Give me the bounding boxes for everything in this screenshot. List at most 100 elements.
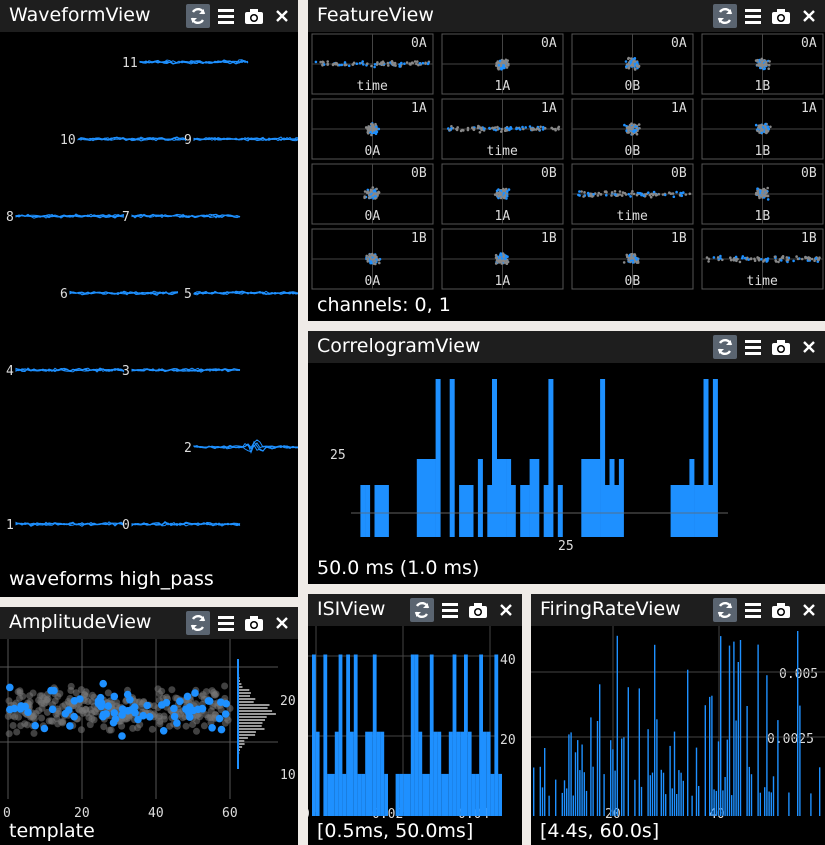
refresh-icon[interactable] xyxy=(186,611,210,635)
camera-icon[interactable] xyxy=(769,4,793,28)
firing-rate-bar xyxy=(592,766,594,816)
channel-label: 7 xyxy=(122,210,130,225)
menu-icon[interactable] xyxy=(741,598,765,622)
status-text: waveforms high_pass xyxy=(9,568,214,590)
feature-subplot[interactable]: 1B 1A xyxy=(441,228,564,290)
feature-subplot[interactable]: 1B 0B xyxy=(571,228,694,290)
feature-point xyxy=(326,60,329,63)
feature-point xyxy=(610,194,613,197)
firing-rate-bar xyxy=(621,738,623,816)
refresh-icon[interactable] xyxy=(713,335,737,359)
feature-subplot[interactable]: 0B time xyxy=(571,163,694,225)
menu-icon[interactable] xyxy=(741,4,765,28)
feature-point xyxy=(578,190,581,193)
camera-icon[interactable] xyxy=(769,335,793,359)
feature-point xyxy=(707,257,711,261)
waveform-plot[interactable]: 11 10 9 8 7 6 5 4 3 2 1 0 xyxy=(0,32,298,597)
feature-point xyxy=(372,131,376,134)
feature-point xyxy=(688,192,692,196)
refresh-icon[interactable] xyxy=(410,598,434,622)
feature-point xyxy=(605,190,608,194)
feature-subplot[interactable]: 1A time xyxy=(441,98,564,160)
feature-point xyxy=(362,63,365,66)
feature-point xyxy=(372,189,376,193)
correlogram-bar xyxy=(609,459,615,537)
feature-subplot[interactable]: 1A 0A xyxy=(311,98,434,160)
feature-point xyxy=(518,128,522,131)
camera-icon[interactable] xyxy=(466,598,490,622)
firing-rate-plot[interactable]: 20 40 0.005 0.0025 xyxy=(531,626,825,845)
feature-point xyxy=(553,127,557,131)
feature-subplot[interactable]: 0B 1B xyxy=(701,163,824,225)
subplot-top-label: 0A xyxy=(671,36,687,51)
refresh-icon[interactable] xyxy=(713,598,737,622)
menu-icon[interactable] xyxy=(741,335,765,359)
close-icon[interactable] xyxy=(797,598,821,622)
close-icon[interactable] xyxy=(494,598,518,622)
refresh-icon[interactable] xyxy=(186,4,210,28)
firing-rate-bar xyxy=(722,790,724,816)
firing-rate-bar xyxy=(555,779,557,816)
feature-subplot[interactable]: 1A 1B xyxy=(701,98,824,160)
panel-title: FeatureView xyxy=(317,4,434,26)
feature-subplot[interactable]: 1B time xyxy=(701,228,824,290)
close-icon[interactable] xyxy=(270,4,294,28)
close-icon[interactable] xyxy=(797,4,821,28)
close-icon[interactable] xyxy=(270,611,294,635)
feature-grid[interactable]: 0A time 0A 1A 0A 0B 0A 1B 1A 0A 1A time 1A 0B 1A 1B 0B 0A… xyxy=(308,32,825,321)
menu-icon[interactable] xyxy=(438,598,462,622)
subplot-bottom-label: 1A xyxy=(495,209,511,224)
feature-subplot[interactable]: 0A 0B xyxy=(571,33,694,95)
feature-point xyxy=(813,259,816,262)
amplitude-point xyxy=(207,707,215,715)
panel-buttons xyxy=(713,3,821,29)
firing-rate-bar xyxy=(711,695,713,816)
amplitude-histogram-bar xyxy=(238,719,265,721)
feature-point xyxy=(629,60,633,64)
firing-rate-bar xyxy=(568,734,570,816)
correlogram-bar xyxy=(680,485,685,537)
correlogram-bar xyxy=(689,459,695,537)
x-tick-label: 60 xyxy=(222,806,238,819)
isi-plot[interactable]: 0 0.02 0.04 40 20 xyxy=(308,626,522,845)
menu-icon[interactable] xyxy=(214,4,238,28)
isi-bar xyxy=(384,773,388,816)
amplitude-plot[interactable]: 0 20 40 60 20 10 xyxy=(0,639,298,845)
feature-point xyxy=(741,255,745,258)
feature-subplot[interactable]: 0A time xyxy=(311,33,434,95)
feature-subplot[interactable]: 0B 1A xyxy=(441,163,564,225)
feature-point xyxy=(756,129,759,133)
channel-label: 0 xyxy=(122,518,130,533)
feature-point xyxy=(509,126,512,129)
feature-point xyxy=(499,252,503,255)
firing-rate-bar xyxy=(715,790,717,816)
feature-point xyxy=(500,257,504,260)
correlogram-plot[interactable]: 25 25 xyxy=(308,363,825,584)
feature-point xyxy=(764,194,767,198)
menu-icon[interactable] xyxy=(214,611,238,635)
amplitude-point xyxy=(78,707,86,715)
feature-point xyxy=(500,130,503,133)
camera-icon[interactable] xyxy=(769,598,793,622)
firing-rate-bar xyxy=(627,687,629,816)
feature-subplot[interactable]: 0A 1B xyxy=(701,33,824,95)
feature-point xyxy=(375,187,378,191)
feature-subplot[interactable]: 1A 0B xyxy=(571,98,694,160)
close-icon[interactable] xyxy=(797,335,821,359)
firing-rate-bar xyxy=(590,717,592,816)
feature-point xyxy=(762,189,765,192)
amplitude-point-selected xyxy=(159,727,168,735)
camera-icon[interactable] xyxy=(242,4,266,28)
amplitude-point-selected xyxy=(198,705,207,713)
feature-point xyxy=(377,127,381,131)
panel-title: ISIView xyxy=(317,598,386,620)
feature-subplot[interactable]: 0A 1A xyxy=(441,33,564,95)
firing-rate-bar xyxy=(766,675,768,816)
firing-rate-bar xyxy=(544,748,546,816)
feature-point xyxy=(592,193,595,196)
feature-subplot[interactable]: 0B 0A xyxy=(311,163,434,225)
feature-subplot[interactable]: 1B 0A xyxy=(311,228,434,290)
refresh-icon[interactable] xyxy=(713,4,737,28)
firing-rate-bar xyxy=(596,721,599,816)
camera-icon[interactable] xyxy=(242,611,266,635)
